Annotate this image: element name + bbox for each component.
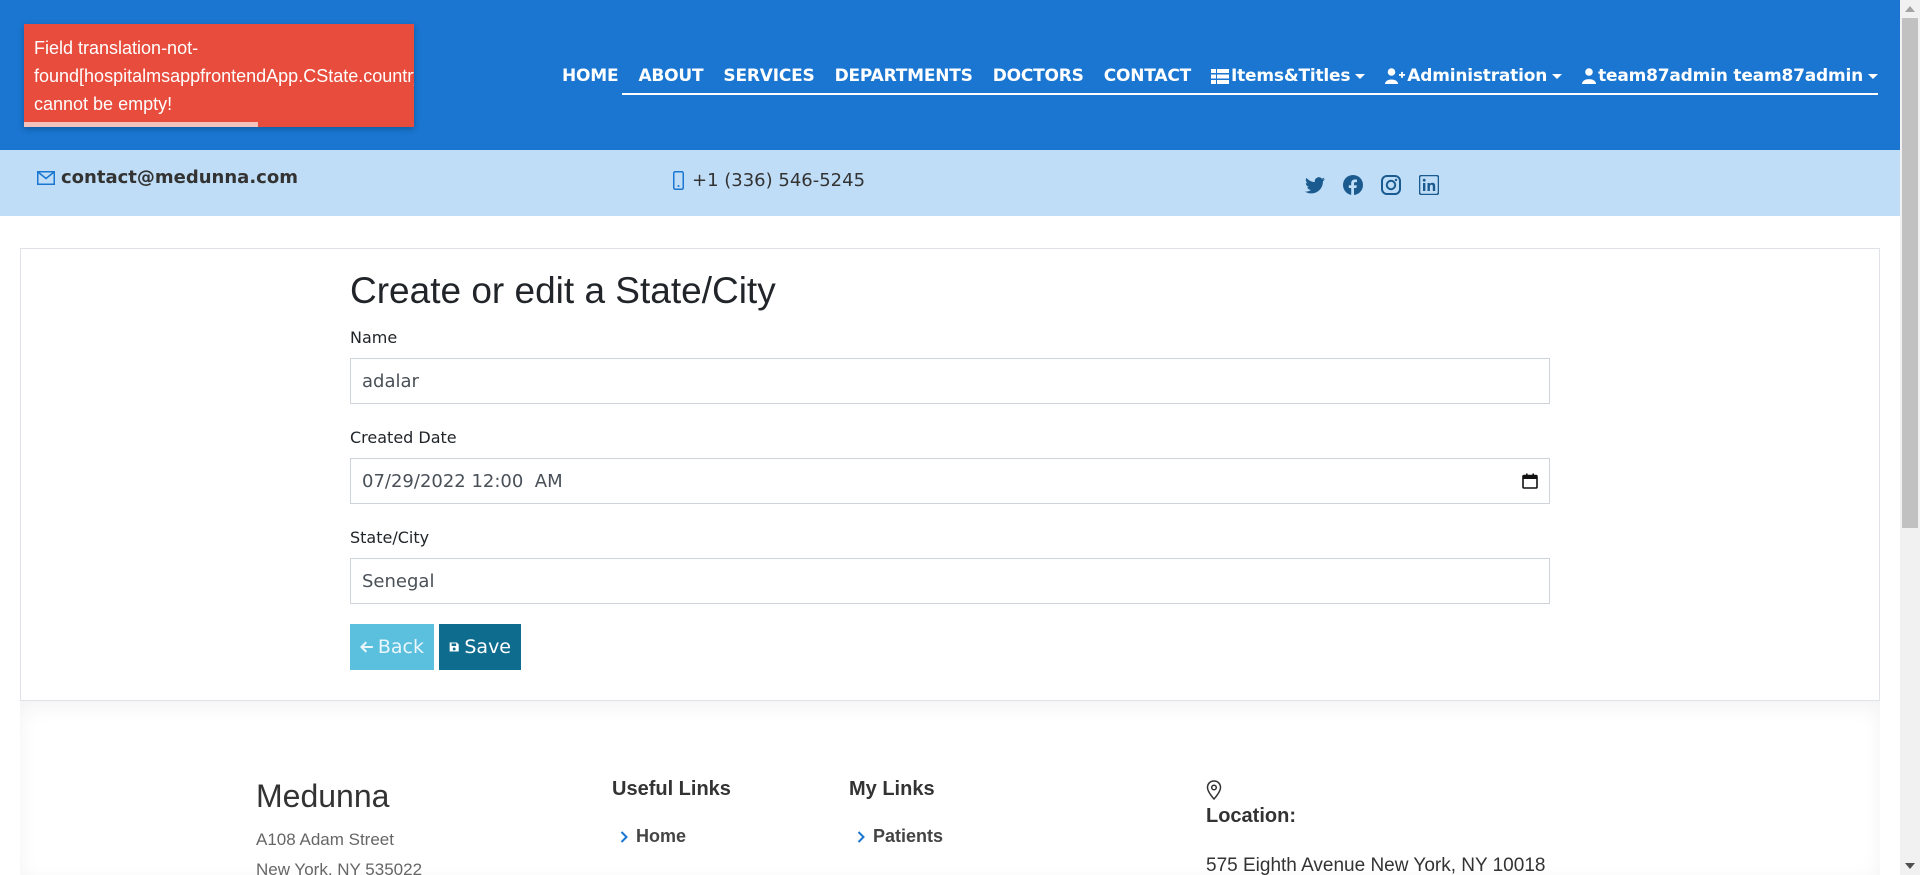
nav-account-label: team87admin team87admin (1598, 66, 1863, 86)
nav-administration-dropdown[interactable]: Administration (1385, 66, 1563, 86)
vertical-scrollbar[interactable] (1900, 0, 1920, 875)
scrollbar-thumb[interactable] (1902, 18, 1918, 528)
page-title: Create or edit a State/City (350, 270, 776, 311)
facebook-icon[interactable] (1340, 172, 1366, 198)
footer-address-line: A108 Adam Street (256, 830, 394, 849)
calendar-icon[interactable] (1522, 473, 1538, 489)
save-icon (449, 642, 459, 652)
nav-administration-label: Administration (1407, 66, 1548, 86)
nav-account-dropdown[interactable]: team87admin team87admin (1582, 66, 1878, 86)
arrow-left-icon (360, 641, 373, 653)
scroll-up-arrow-icon[interactable] (1905, 6, 1915, 12)
contact-phone[interactable]: +1 (336) 546-5245 (673, 170, 865, 191)
nav-departments[interactable]: DEPARTMENTS (835, 66, 973, 86)
state-city-label: State/City (350, 528, 430, 547)
location-label: Location: (1206, 805, 1296, 827)
table-list-icon (1211, 68, 1229, 84)
location-address: 575 Eighth Avenue New York, NY 10018 (1206, 855, 1546, 875)
footer-link-home[interactable]: Home (620, 826, 686, 847)
chevron-down-icon (1868, 73, 1878, 79)
save-button[interactable]: Save (439, 624, 521, 670)
twitter-icon[interactable] (1302, 172, 1328, 198)
user-plus-icon (1385, 68, 1406, 84)
user-icon (1582, 68, 1597, 84)
footer-brand: Medunna (256, 778, 390, 814)
toast-message-line: found[hospitalmsappfrontendApp.CState.co… (34, 66, 414, 86)
toast-message-line: Field translation-not- (34, 38, 199, 58)
instagram-icon[interactable] (1378, 172, 1404, 198)
contact-phone-text: +1 (336) 546-5245 (692, 170, 866, 191)
contact-bar: contact@medunna.com +1 (336) 546-5245 (0, 150, 1900, 216)
header-bar: HOME ABOUT SERVICES DEPARTMENTS DOCTORS … (0, 0, 1900, 150)
nav-items-titles-dropdown[interactable]: Items&Titles (1211, 66, 1366, 86)
name-input-value: adalar (362, 370, 419, 392)
contact-email[interactable]: contact@medunna.com (37, 167, 298, 188)
name-label: Name (350, 328, 398, 347)
footer-address-line: New York, NY 535022 (256, 860, 423, 875)
save-button-label: Save (464, 636, 511, 658)
created-date-label: Created Date (350, 428, 457, 447)
nav-items-titles-label: Items&Titles (1231, 66, 1351, 86)
contact-email-text: contact@medunna.com (61, 167, 298, 188)
state-city-form: Create or edit a State/City Name adalar … (350, 268, 1550, 670)
error-toast[interactable]: Field translation-not- found[hospitalmsa… (24, 24, 414, 127)
social-links (1302, 172, 1454, 198)
nav-doctors[interactable]: DOCTORS (993, 66, 1084, 86)
mobile-phone-icon (673, 171, 684, 190)
scroll-down-arrow-icon[interactable] (1905, 863, 1915, 869)
created-date-value: 07/29/2022 12:00 AM (362, 470, 563, 492)
main-nav: HOME ABOUT SERVICES DEPARTMENTS DOCTORS … (542, 56, 1878, 96)
chevron-right-icon (620, 830, 628, 843)
toast-progress-bar (24, 122, 258, 127)
nav-divider (622, 93, 1878, 95)
footer-link-patients[interactable]: Patients (857, 826, 943, 847)
state-city-input[interactable]: Senegal (350, 558, 1550, 604)
footer-link-label: Home (636, 826, 687, 846)
nav-services[interactable]: SERVICES (723, 66, 814, 86)
form-actions: Back Save (350, 624, 1550, 670)
name-input[interactable]: adalar (350, 358, 1550, 404)
nav-about[interactable]: ABOUT (638, 66, 703, 86)
toast-message-line: cannot be empty! (34, 94, 173, 114)
page: HOME ABOUT SERVICES DEPARTMENTS DOCTORS … (0, 0, 1900, 875)
nav-home[interactable]: HOME (562, 66, 619, 86)
footer-link-label: Patients (873, 826, 944, 846)
chevron-right-icon (857, 830, 865, 843)
back-button[interactable]: Back (350, 624, 434, 670)
useful-links-heading: Useful Links (612, 778, 731, 800)
chevron-down-icon (1355, 73, 1366, 79)
nav-contact[interactable]: CONTACT (1104, 66, 1191, 86)
linkedin-icon[interactable] (1416, 172, 1442, 198)
map-pin-icon (1206, 780, 1222, 800)
created-date-input[interactable]: 07/29/2022 12:00 AM (350, 458, 1550, 504)
my-links-heading: My Links (849, 778, 935, 800)
chevron-down-icon (1552, 73, 1563, 79)
state-city-value: Senegal (362, 570, 435, 592)
back-button-label: Back (377, 636, 424, 658)
envelope-icon (37, 170, 55, 185)
